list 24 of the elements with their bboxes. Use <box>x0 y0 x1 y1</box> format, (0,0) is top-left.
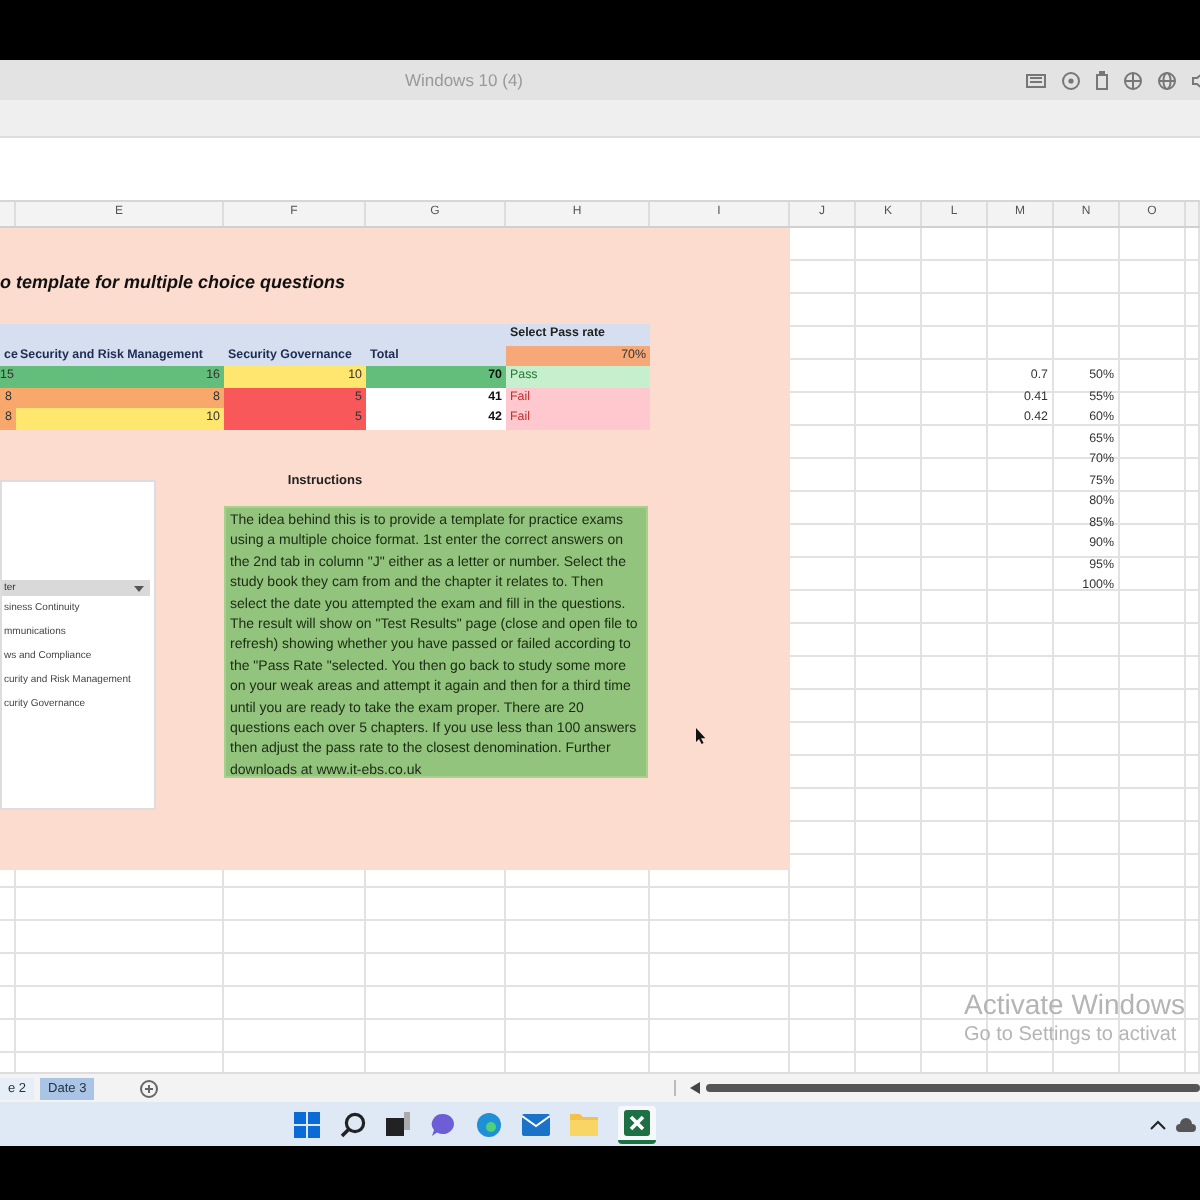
horizontal-scrollbar[interactable] <box>706 1084 1200 1092</box>
dropdown-caret-icon[interactable] <box>134 585 144 591</box>
worksheet-grid[interactable] <box>0 228 1200 1072</box>
chevron-up-icon[interactable] <box>1150 1119 1166 1129</box>
activation-title: Activate Windows <box>964 988 1185 1020</box>
task-view-icon[interactable] <box>386 1112 410 1136</box>
sheet-title: o template for multiple choice questions <box>0 272 348 292</box>
add-sheet-icon[interactable] <box>140 1079 159 1097</box>
windows-start-icon[interactable] <box>294 1111 320 1137</box>
activation-message: Go to Settings to activat <box>964 1024 1179 1046</box>
network-icon[interactable] <box>1124 71 1142 89</box>
chat-bubble-icon[interactable] <box>430 1111 456 1137</box>
mail-icon[interactable] <box>522 1113 550 1135</box>
disc-icon[interactable] <box>1062 71 1080 89</box>
search-icon[interactable] <box>340 1111 366 1137</box>
usb-drive-icon[interactable] <box>1096 70 1108 90</box>
spreadsheet-app-icon[interactable] <box>618 1105 656 1143</box>
edge-browser-icon[interactable] <box>476 1111 502 1137</box>
scroll-left-icon[interactable] <box>690 1082 701 1094</box>
keyboard-icon[interactable] <box>1026 73 1046 87</box>
window-title: Windows 10 (4) <box>404 70 524 90</box>
mouse-pointer-icon <box>696 728 706 744</box>
cloud-icon[interactable] <box>1176 1117 1196 1131</box>
globe-icon[interactable] <box>1158 71 1176 89</box>
